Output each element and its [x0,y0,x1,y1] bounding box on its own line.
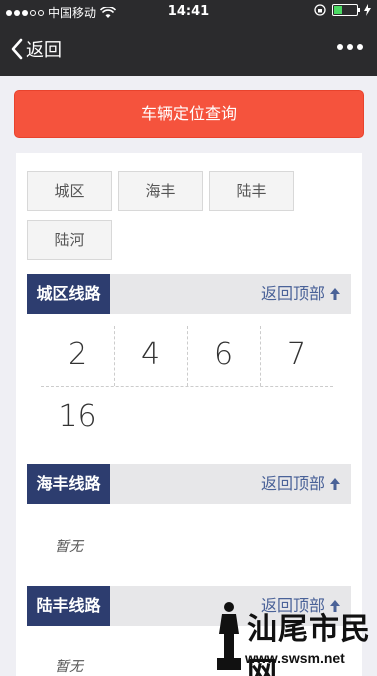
battery-icon [332,4,360,16]
rotation-lock-icon [314,4,326,16]
back-label: 返回 [26,40,62,61]
area-button-haifeng[interactable]: 海丰 [118,171,203,211]
back-to-top-label: 返回顶部 [260,284,325,303]
route-item[interactable]: 4 [114,324,187,386]
area-button-lufeng[interactable]: 陆丰 [209,171,294,211]
arrow-up-icon [330,478,340,490]
area-button-luhe[interactable]: 陆河 [27,220,112,260]
vehicle-location-query-button[interactable]: 车辆定位查询 [14,90,364,138]
route-item[interactable]: 7 [260,324,333,386]
back-to-top-link[interactable]: 返回顶部 [261,464,341,504]
arrow-up-icon [330,288,340,300]
empty-routes-text: 暂无 [55,539,83,555]
back-to-top-label: 返回顶部 [260,474,325,493]
status-bar: 中国移动 14:41 [0,0,377,24]
status-right [314,4,371,16]
back-to-top-link[interactable]: 返回顶部 [261,274,341,314]
route-divider [260,326,261,386]
route-item[interactable]: 2 [41,324,114,386]
section-header-urban: 城区线路 返回顶部 [27,274,351,314]
route-divider [114,326,115,386]
site-watermark: 汕尾市民网 www.swsm.net [205,598,377,676]
route-item[interactable]: 16 [41,386,114,448]
nav-bar: 返回 [0,24,377,76]
route-item[interactable]: 6 [187,324,260,386]
section-title: 海丰线路 [27,464,110,504]
route-row-divider [41,386,333,387]
section-title: 城区线路 [27,274,110,314]
area-button-urban[interactable]: 城区 [27,171,112,211]
chevron-left-icon [11,38,23,60]
empty-routes-text: 暂无 [55,659,83,675]
more-dots-icon[interactable] [335,38,365,56]
back-button[interactable]: 返回 [10,36,62,62]
section-header-haifeng: 海丰线路 返回顶部 [27,464,351,504]
section-title: 陆丰线路 [27,586,110,626]
statue-logo-icon [217,602,241,670]
charging-icon [364,4,371,16]
route-divider [187,326,188,386]
watermark-url: www.swsm.net [245,650,345,666]
